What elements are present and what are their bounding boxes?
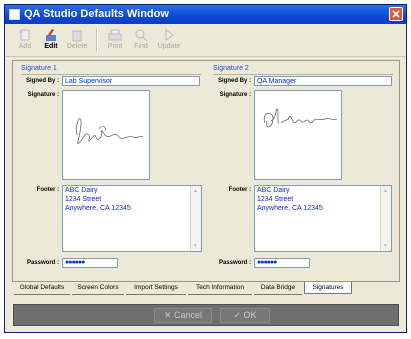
toolbar: Add Edit Delete Print Find Update (6, 25, 405, 57)
footer-scrollbar[interactable]: ▲ ▼ (380, 186, 391, 251)
edit-button[interactable]: Edit (38, 26, 64, 56)
cancel-button[interactable]: ✕ Cancel (154, 308, 212, 323)
signed-by-field[interactable]: QA Manager (254, 76, 392, 86)
signed-by-label: Signed By : (217, 78, 251, 84)
tab-screen-colors[interactable]: Screen Colors (72, 282, 124, 295)
password-field[interactable]: ●●●●●● (62, 258, 118, 268)
handwritten-signature (76, 118, 144, 145)
update-button[interactable]: Update (156, 26, 182, 56)
signature-label: Signature : (27, 92, 59, 98)
footer-line: ABC Dairy (257, 187, 290, 194)
close-icon (392, 10, 400, 18)
cancel-label: Cancel (174, 310, 203, 320)
password-label: Password : (26, 260, 59, 266)
tab-tech-information[interactable]: Tech Information (188, 282, 252, 295)
edit-icon (46, 29, 56, 41)
print-button[interactable]: Print (102, 26, 128, 56)
tab-data-bridge[interactable]: Data Bridge (254, 282, 302, 295)
find-label: Find (134, 43, 148, 50)
button-bar: ✕ Cancel ✓ OK (13, 304, 399, 326)
signature-1-image[interactable] (62, 90, 150, 180)
footer-line: 1234 Street (65, 196, 102, 203)
add-icon (19, 29, 30, 41)
signed-by-field[interactable]: Lab Supervisor (62, 76, 200, 86)
window-icon (9, 9, 20, 20)
close-button[interactable] (389, 7, 403, 21)
tab-signatures[interactable]: Signatures (304, 282, 352, 294)
footer-textarea[interactable]: ABC Dairy 1234 Street Anywhere, CA 12345… (62, 185, 202, 252)
ok-button[interactable]: ✓ OK (220, 308, 270, 323)
printer-icon (108, 29, 122, 41)
tab-global-defaults[interactable]: Global Defaults (14, 282, 70, 295)
signatures-panel: Signature 1 Signed By : Lab Supervisor S… (12, 60, 400, 282)
ok-label: OK (243, 310, 257, 320)
footer-line: Anywhere, CA 12345 (257, 205, 323, 212)
checkmark-icon: ✓ (233, 310, 241, 320)
signature-1-header: Signature 1 (21, 65, 57, 72)
print-label: Print (107, 43, 123, 50)
update-label: Update (157, 43, 181, 50)
edit-label: Edit (44, 43, 58, 50)
handwritten-signature (263, 108, 338, 128)
defaults-window: QA Studio Defaults Window Add Edit Delet… (4, 4, 407, 333)
add-button[interactable]: Add (12, 26, 38, 56)
add-label: Add (18, 43, 32, 50)
trash-icon (72, 30, 82, 42)
signature-label: Signature : (219, 92, 251, 98)
password-field[interactable]: ●●●●●● (254, 258, 310, 268)
footer-line: ABC Dairy (65, 187, 98, 194)
update-icon (165, 29, 174, 41)
cancel-icon: ✕ (163, 310, 172, 320)
footer-line: 1234 Street (257, 196, 294, 203)
tab-import-settings[interactable]: Import Settings (126, 282, 186, 295)
find-icon (135, 29, 148, 42)
window-title: QA Studio Defaults Window (24, 8, 169, 20)
find-button[interactable]: Find (128, 26, 154, 56)
footer-textarea[interactable]: ABC Dairy 1234 Street Anywhere, CA 12345… (254, 185, 392, 252)
signature-1-group: Signature 1 Signed By : Lab Supervisor S… (17, 64, 203, 281)
signature-2-group: Signature 2 Signed By : QA Manager Signa… (209, 64, 395, 281)
footer-scrollbar[interactable]: ▲ ▼ (190, 186, 201, 251)
delete-button[interactable]: Delete (64, 26, 90, 56)
footer-label: Footer : (36, 187, 59, 193)
signature-2-image[interactable] (254, 90, 342, 180)
password-label: Password : (218, 260, 251, 266)
signed-by-label: Signed By : (25, 78, 59, 84)
title-bar[interactable]: QA Studio Defaults Window (5, 5, 406, 24)
footer-line: Anywhere, CA 12345 (65, 205, 131, 212)
tab-strip: Global Defaults Screen Colors Import Set… (12, 282, 400, 295)
signature-2-header: Signature 2 (213, 65, 249, 72)
delete-label: Delete (66, 43, 88, 50)
footer-label: Footer : (228, 187, 251, 193)
